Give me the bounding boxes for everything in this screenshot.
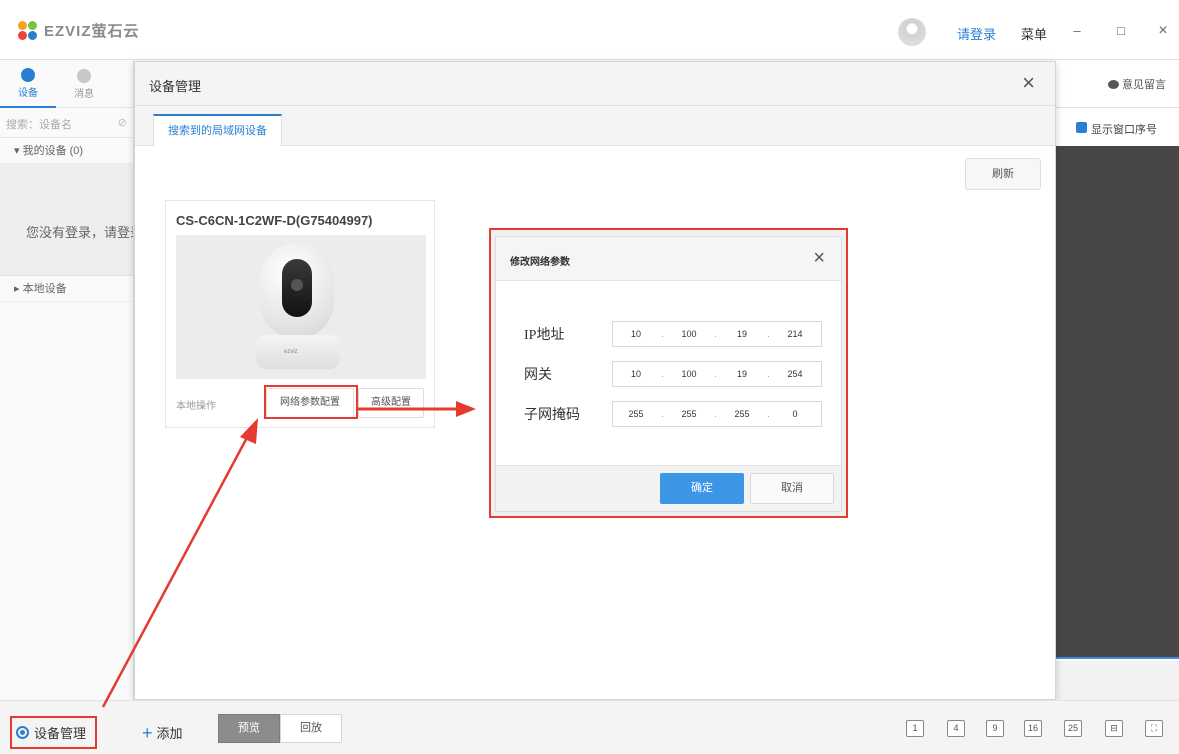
custom-layout-icon[interactable]: ⊟ (1105, 720, 1123, 737)
gateway-octet[interactable]: 19 (719, 369, 765, 379)
right-header: 意见留言 (1056, 60, 1179, 108)
ip-octet[interactable]: 214 (772, 329, 818, 339)
ip-address-label: IP地址 (524, 328, 565, 343)
tab-lan-devices[interactable]: 搜索到的局域网设备 (153, 114, 282, 147)
device-icon (21, 67, 35, 82)
mask-octet[interactable]: 255 (719, 409, 765, 419)
my-devices-group[interactable]: ▾ 我的设备 (0) (0, 138, 133, 164)
app-logo: EZVIZ萤石云 (18, 20, 140, 41)
login-link[interactable]: 请登录 (957, 24, 996, 43)
ip-address-row: IP地址 10. 100. 19. 214 (524, 321, 822, 347)
login-hint: 您没有登录，请登录 (0, 164, 133, 276)
gateway-octet[interactable]: 100 (666, 369, 712, 379)
advanced-config-button[interactable]: 高级配置 (358, 388, 424, 418)
main-menu[interactable]: 菜单 (1021, 24, 1047, 43)
layout-16-button[interactable]: 16 (1024, 720, 1042, 737)
feedback-button[interactable]: 意见留言 (1108, 76, 1166, 92)
device-manager-button[interactable]: 设备管理 (10, 716, 97, 749)
gateway-octet[interactable]: 10 (613, 369, 659, 379)
network-params-dialog-highlight: 修改网络参数 × IP地址 10. 100. 19. 214 网关 10. 10… (489, 228, 848, 518)
camera-image: ezviz (176, 235, 426, 379)
network-dialog-header: 修改网络参数 × (496, 237, 841, 281)
camera-base: ezviz (256, 335, 340, 369)
mask-octet[interactable]: 255 (613, 409, 659, 419)
device-manager-header: 设备管理 × (135, 62, 1055, 106)
subnet-mask-row: 子网掩码 255. 255. 255. 0 (524, 401, 822, 427)
bottom-bar: 设备管理 + 添加 预览 回放 1 4 9 16 25 ⊟ ⛶ (0, 700, 1179, 754)
tab-devices-label: 设备 (18, 87, 38, 99)
network-dialog-title: 修改网络参数 (510, 257, 570, 268)
window-close-icon[interactable]: × (1152, 20, 1174, 42)
search-placeholder: 搜索：设备名 (6, 119, 72, 131)
show-window-index-checkbox[interactable]: 显示窗口序号 (1056, 108, 1179, 146)
network-params-dialog: 修改网络参数 × IP地址 10. 100. 19. 214 网关 10. 10… (495, 236, 842, 512)
app-brand-text: EZVIZ萤石云 (44, 23, 140, 40)
gear-icon (16, 726, 29, 739)
ip-octet[interactable]: 100 (666, 329, 712, 339)
ip-address-input[interactable]: 10. 100. 19. 214 (612, 321, 822, 347)
confirm-button[interactable]: 确定 (660, 473, 744, 504)
plus-icon: + (142, 722, 153, 743)
layout-1-button[interactable]: 1 (906, 720, 924, 737)
gateway-label: 网关 (524, 368, 552, 383)
add-device-button[interactable]: + 添加 (142, 723, 183, 742)
layout-4-button[interactable]: 4 (947, 720, 965, 737)
right-footer (1056, 661, 1179, 700)
mask-octet[interactable]: 255 (666, 409, 712, 419)
camera-brand: ezviz (284, 349, 298, 355)
chat-bubble-icon (1108, 79, 1119, 89)
subnet-mask-label: 子网掩码 (524, 408, 580, 423)
minimize-icon[interactable]: – (1066, 20, 1088, 42)
cancel-button[interactable]: 取消 (750, 473, 834, 504)
device-search-input[interactable]: 搜索：设备名 ⊘ (0, 108, 133, 138)
gateway-row: 网关 10. 100. 19. 254 (524, 361, 822, 387)
device-manager-close-icon[interactable]: × (1022, 71, 1035, 95)
layout-9-button[interactable]: 9 (986, 720, 1004, 737)
refresh-button[interactable]: 刷新 (965, 158, 1041, 190)
sidebar: 设备 消息 搜索：设备名 ⊘ ▾ 我的设备 (0) 您没有登录，请登录 ▸ 本地… (0, 60, 134, 700)
video-view-area[interactable] (1056, 146, 1179, 659)
feedback-label: 意见留言 (1122, 79, 1166, 91)
search-clear-icon[interactable]: ⊘ (118, 116, 127, 129)
show-window-index-label: 显示窗口序号 (1091, 124, 1157, 136)
subnet-mask-input[interactable]: 255. 255. 255. 0 (612, 401, 822, 427)
gateway-input[interactable]: 10. 100. 19. 254 (612, 361, 822, 387)
annotation-highlight-net-config (264, 385, 358, 419)
device-manager-title: 设备管理 (149, 79, 202, 94)
user-avatar[interactable] (898, 18, 926, 46)
ezviz-logo-icon (18, 20, 38, 41)
mask-octet[interactable]: 0 (772, 409, 818, 419)
checkbox-checked-icon (1076, 122, 1087, 133)
message-icon (77, 68, 91, 83)
device-manager-tabbar: 搜索到的局域网设备 (135, 106, 1055, 147)
ip-octet[interactable]: 10 (613, 329, 659, 339)
camera-lens (282, 259, 312, 317)
preview-toggle[interactable]: 预览 (218, 714, 280, 743)
gateway-octet[interactable]: 254 (772, 369, 818, 379)
ip-octet[interactable]: 19 (719, 329, 765, 339)
device-manager-button-label: 设备管理 (34, 726, 87, 741)
local-devices-group[interactable]: ▸ 本地设备 (0, 276, 133, 302)
layout-25-button[interactable]: 25 (1064, 720, 1082, 737)
device-name: CS-C6CN-1C2WF-D(G75404997) (176, 213, 373, 228)
playback-toggle[interactable]: 回放 (280, 714, 342, 743)
tab-devices[interactable]: 设备 (0, 60, 56, 108)
maximize-icon[interactable]: □ (1110, 20, 1132, 42)
fullscreen-icon[interactable]: ⛶ (1145, 720, 1163, 737)
network-dialog-footer: 确定 取消 (496, 465, 841, 511)
add-device-label: 添加 (156, 726, 183, 741)
local-ops-label: 本地操作 (176, 401, 216, 412)
tab-messages-label: 消息 (74, 88, 94, 100)
sidebar-tabs: 设备 消息 (0, 60, 133, 108)
title-bar: EZVIZ萤石云 请登录 菜单 – □ × (0, 0, 1179, 60)
tab-messages[interactable]: 消息 (56, 60, 112, 108)
camera-head (260, 243, 334, 339)
network-dialog-close-icon[interactable]: × (813, 247, 825, 270)
